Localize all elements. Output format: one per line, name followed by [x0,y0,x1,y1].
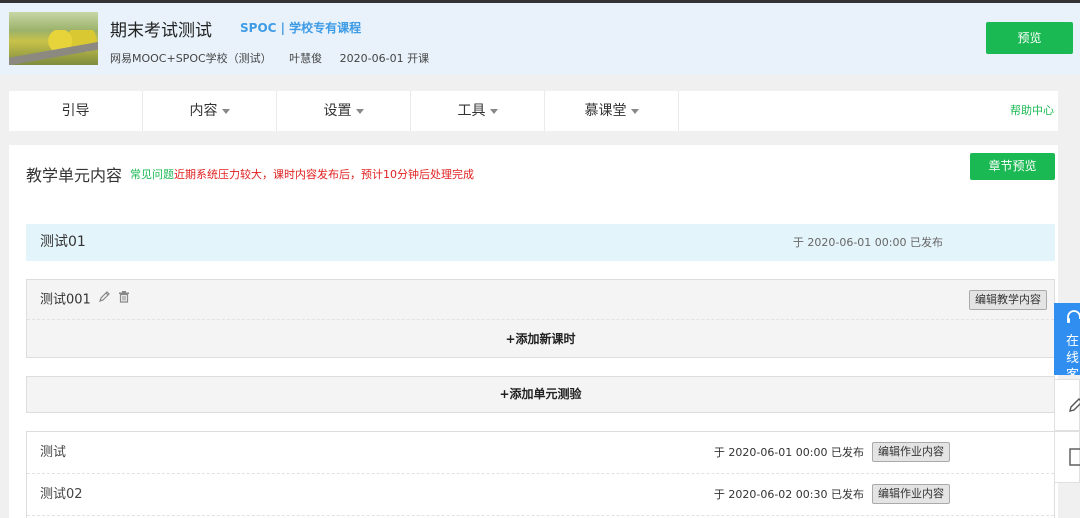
lesson-row: 测试001 编辑教学内容 [27,280,1054,320]
homework-row: 测试02 于 2020-06-02 00:30 已发布 编辑作业内容 [27,474,1054,516]
caret-down-icon [489,108,498,114]
edit-homework-button[interactable]: 编辑作业内容 [872,484,950,504]
lesson-name-wrap: 测试001 [40,280,130,321]
faq-link[interactable]: 常见问题 [130,168,174,181]
preview-button[interactable]: 预览 [986,22,1073,54]
side-edit-tool[interactable] [1054,379,1080,431]
nav-settings[interactable]: 设置 [277,91,411,131]
caret-down-icon [630,108,639,114]
edit-lesson-content-button[interactable]: 编辑教学内容 [969,290,1047,310]
nav-guide[interactable]: 引导 [9,91,143,131]
thumbnail-road [9,42,98,65]
caret-down-icon [221,108,230,114]
caret-down-icon [355,108,364,114]
edit-homework-button[interactable]: 编辑作业内容 [872,442,950,462]
online-service-button[interactable]: 在线客服 [1054,303,1080,375]
course-type-tag: SPOC | 学校专有课程 [240,21,362,35]
teacher-name: 叶慧俊 [289,52,323,65]
help-center-link[interactable]: 帮助中心 [1010,91,1054,131]
main-nav: 引导 内容 设置 工具 慕课堂 帮助中心 [9,91,1058,131]
unit-header[interactable]: 测试01 于 2020-06-01 00:00 已发布 [26,224,1055,261]
pen-icon [1069,398,1080,412]
nav-label: 内容 [189,103,218,119]
lesson-name: 测试001 [40,292,91,308]
homework-name: 测试02 [40,487,83,502]
nav-content[interactable]: 内容 [143,91,277,131]
unit-name: 测试01 [40,234,86,250]
homework-row: 测试 于 2020-06-01 00:00 已发布 编辑作业内容 [27,432,1054,474]
nav-label: 慕课堂 [584,103,627,119]
trash-icon[interactable] [118,280,130,320]
course-title: 期末考试测试 [110,21,212,41]
note-icon [1069,448,1080,466]
side-notes-tool[interactable] [1054,431,1080,483]
online-service-label: 在线客服 [1066,334,1080,375]
nav-label: 工具 [457,103,486,119]
course-thumbnail[interactable] [9,12,98,65]
chapter-preview-button[interactable]: 章节预览 [970,153,1055,180]
nav-label: 设置 [323,103,352,119]
start-date: 2020-06-01 开课 [339,52,430,65]
lesson-block: 测试001 编辑教学内容 +添加新课时 [26,279,1055,358]
headset-icon [1067,310,1080,323]
floating-side-panel: 在线客服 [1054,303,1080,518]
course-meta: 网易MOOC+SPOC学校（测试） 叶慧俊 2020-06-01 开课 [110,50,443,66]
add-unit-quiz-button[interactable]: +添加单元测验 [26,376,1055,413]
add-lesson-button[interactable]: +添加新课时 [27,321,1054,357]
content-panel: 教学单元内容 常见问题近期系统压力较大，课时内容发布后，预计10分钟后处理完成 … [9,145,1058,518]
school-name: 网易MOOC+SPOC学校（测试） [110,52,272,65]
pencil-icon[interactable] [98,280,111,320]
nav-mooc-class[interactable]: 慕课堂 [545,91,679,131]
course-header: 期末考试测试 SPOC | 学校专有课程 网易MOOC+SPOC学校（测试） 叶… [0,3,1080,75]
nav-tools[interactable]: 工具 [411,91,545,131]
page-title: 教学单元内容 [26,166,123,185]
homework-list: 测试 于 2020-06-01 00:00 已发布 编辑作业内容 测试02 于 … [26,431,1055,518]
notice-text: 近期系统压力较大，课时内容发布后，预计10分钟后处理完成 [174,168,474,181]
system-notice: 常见问题近期系统压力较大，课时内容发布后，预计10分钟后处理完成 [130,166,474,182]
homework-name: 测试 [40,445,67,460]
homework-publish-status: 于 2020-06-02 00:30 已发布 [713,488,864,501]
unit-publish-status: 于 2020-06-01 00:00 已发布 [792,236,943,249]
nav-label: 引导 [61,103,90,119]
homework-publish-status: 于 2020-06-01 00:00 已发布 [713,446,864,459]
